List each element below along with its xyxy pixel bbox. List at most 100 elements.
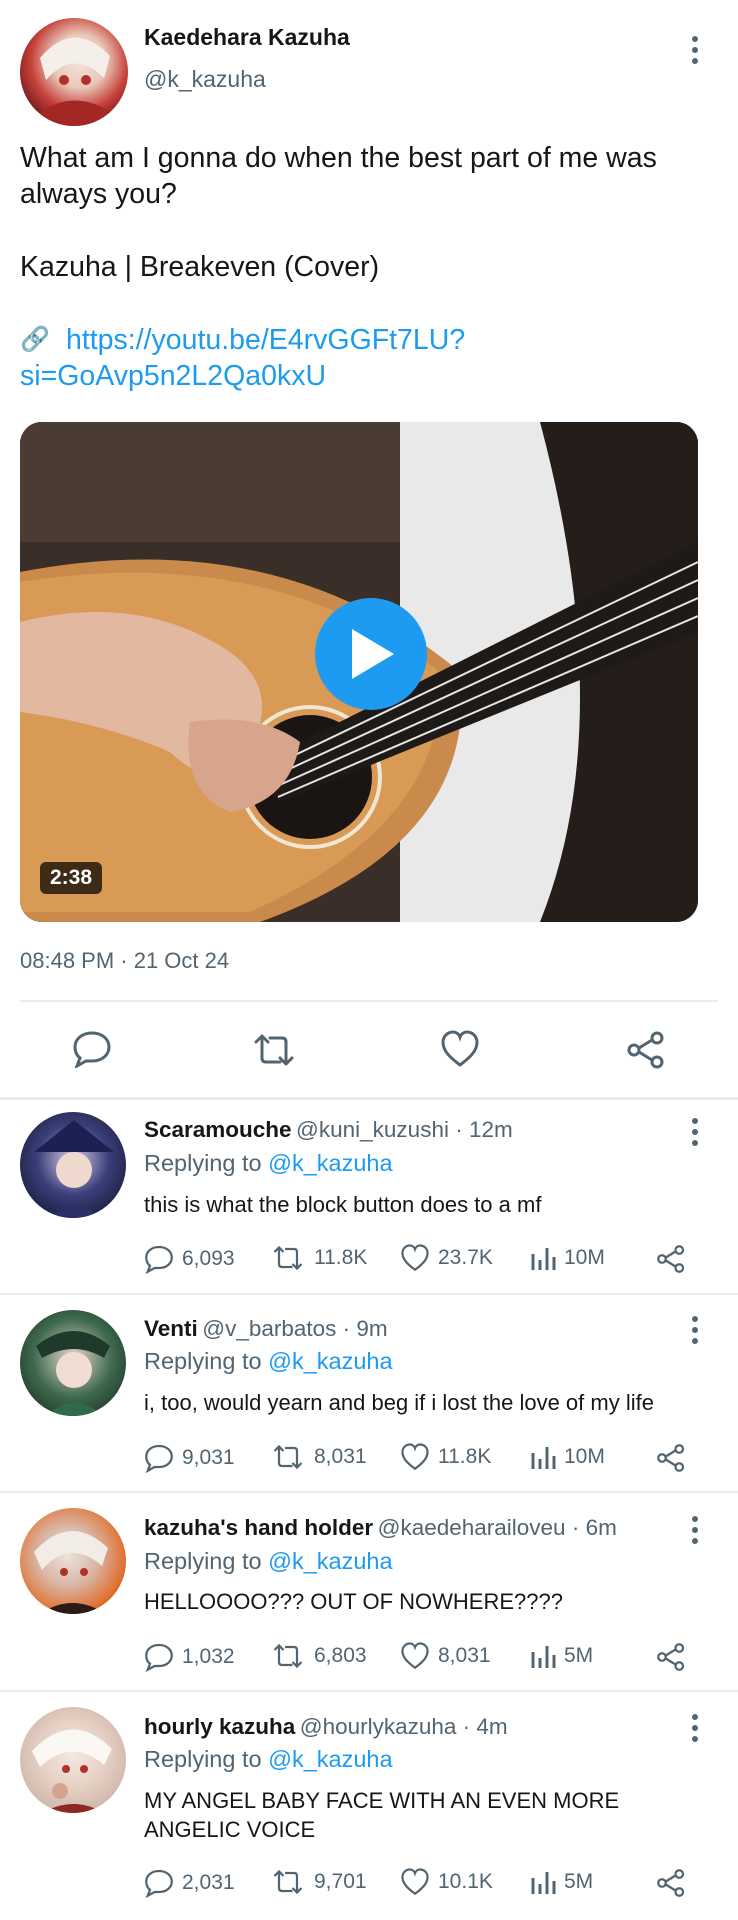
reply-author-handle[interactable]: @kuni_kuzushi · 12m [296,1117,513,1142]
comment-count: 9,031 [182,1446,235,1469]
reply-avatar[interactable] [20,1508,126,1614]
more-options-icon[interactable] [690,36,700,64]
post-text-line-2: always you? [20,178,177,210]
views-count: 5M [564,1644,594,1667]
views-count: 10M [564,1445,605,1468]
more-options-icon[interactable] [690,1714,700,1742]
reply-like-stat[interactable]: 8,031 [400,1642,491,1670]
replying-to-handle[interactable]: @k_kazuha [268,1150,392,1176]
comment-icon [145,1245,173,1274]
reply-text: HELLOOOO??? OUT OF NOWHERE???? [144,1589,563,1614]
post-link-line-2[interactable]: si=GoAvp5n2L2Qa0kxU [20,360,326,393]
replying-to-handle[interactable]: @k_kazuha [268,1746,392,1772]
reply-author-name[interactable]: Venti [144,1316,198,1341]
divider [0,1690,738,1692]
replying-to-handle[interactable]: @k_kazuha [268,1348,392,1374]
author-avatar[interactable] [20,18,128,126]
views-count: 10M [564,1246,605,1269]
replying-to-line: Replying to @k_kazuha [144,1746,393,1773]
replying-to-line: Replying to @k_kazuha [144,1150,393,1177]
comment-icon [145,1643,173,1672]
reply-retweet-stat[interactable]: 11.8K [270,1244,367,1272]
reply-author-name[interactable]: Scaramouche [144,1117,292,1142]
post-link-line-1[interactable]: https://youtu.be/E4rvGGFt7LU? [66,324,465,357]
reply-views-stat[interactable]: 10M [530,1443,605,1471]
reply-text: i, too, would yearn and beg if i lost th… [144,1390,654,1415]
play-button[interactable] [315,598,427,710]
reply-views-stat[interactable]: 10M [530,1244,605,1272]
reply-avatar[interactable] [20,1707,126,1813]
reply-like-stat[interactable]: 10.1K [400,1868,493,1896]
reply-text: this is what the block button does to a … [144,1192,542,1217]
replying-to-handle[interactable]: @k_kazuha [268,1548,392,1574]
share-icon[interactable] [656,1868,686,1903]
comment-icon [145,1444,173,1473]
comment-count: 1,032 [182,1645,235,1668]
more-options-icon[interactable] [690,1118,700,1146]
reply-comment-stat[interactable]: 2,031 [144,1868,235,1898]
reply-like-stat[interactable]: 23.7K [400,1244,493,1272]
replying-to-label: Replying to [144,1150,262,1176]
reply-like-stat[interactable]: 11.8K [400,1443,491,1471]
views-icon [531,1646,556,1668]
reply-header: hourly kazuha @hourlykazuha · 4m [144,1714,508,1740]
reply-action-icon[interactable] [72,1030,112,1073]
more-options-icon[interactable] [690,1316,700,1344]
share-action-icon[interactable] [626,1030,666,1075]
replying-to-label: Replying to [144,1348,262,1374]
like-count: 23.7K [438,1246,493,1269]
reply-author-name[interactable]: hourly kazuha [144,1714,295,1739]
retweet-count: 9,701 [314,1870,367,1893]
like-icon [401,1868,429,1896]
video-duration-badge: 2:38 [40,862,103,894]
reply-retweet-stat[interactable]: 8,031 [270,1443,367,1471]
retweet-icon [273,1869,303,1895]
post-timestamp: 08:48 PM · 21 Oct 24 [20,948,230,973]
share-icon[interactable] [656,1244,686,1279]
reply-comment-stat[interactable]: 1,032 [144,1642,235,1672]
comment-count: 2,031 [182,1871,235,1894]
reply-views-stat[interactable]: 5M [530,1868,593,1896]
author-name[interactable]: Kaedehara Kazuha [144,24,350,51]
like-action-icon[interactable] [440,1030,480,1073]
retweet-icon [273,1444,303,1470]
retweet-count: 6,803 [314,1644,367,1667]
comment-icon [145,1869,173,1898]
reply-text-line-2: ANGELIC VOICE [144,1817,316,1842]
reply-retweet-stat[interactable]: 9,701 [270,1868,367,1896]
replying-to-label: Replying to [144,1746,262,1772]
reply-comment-stat[interactable]: 9,031 [144,1443,235,1473]
retweet-action-icon[interactable] [250,1032,298,1073]
reply-views-stat[interactable]: 5M [530,1642,593,1670]
reply-header: Venti @v_barbatos · 9m [144,1316,388,1342]
like-count: 11.8K [438,1445,492,1468]
share-icon[interactable] [656,1443,686,1478]
views-icon [531,1447,556,1469]
reply-avatar[interactable] [20,1310,126,1416]
like-icon [401,1443,429,1471]
like-count: 8,031 [438,1644,491,1667]
reply-avatar[interactable] [20,1112,126,1218]
replying-to-line: Replying to @k_kazuha [144,1348,393,1375]
reply-author-handle[interactable]: @kaedeharailoveu · 6m [378,1515,617,1540]
divider [20,1000,718,1002]
reply-header: kazuha's hand holder @kaedeharailoveu · … [144,1515,617,1541]
reply-author-name[interactable]: kazuha's hand holder [144,1515,373,1540]
divider [0,1491,738,1493]
reply-author-handle[interactable]: @hourlykazuha · 4m [300,1714,508,1739]
replying-to-line: Replying to @k_kazuha [144,1548,393,1575]
reply-retweet-stat[interactable]: 6,803 [270,1642,367,1670]
share-icon[interactable] [656,1642,686,1677]
retweet-count: 11.8K [314,1246,368,1269]
author-handle[interactable]: @k_kazuha [144,66,266,93]
divider [0,1097,738,1100]
more-options-icon[interactable] [690,1516,700,1544]
reply-author-handle[interactable]: @v_barbatos · 9m [202,1316,387,1341]
reply-text-line-1: MY ANGEL BABY FACE WITH AN EVEN MORE [144,1788,620,1813]
reply-header: Scaramouche @kuni_kuzushi · 12m [144,1117,513,1143]
views-icon [531,1248,556,1270]
reply-comment-stat[interactable]: 6,093 [144,1244,235,1274]
comment-count: 6,093 [182,1247,235,1270]
play-icon [352,629,394,679]
link-icon: 🔗 [20,326,50,353]
